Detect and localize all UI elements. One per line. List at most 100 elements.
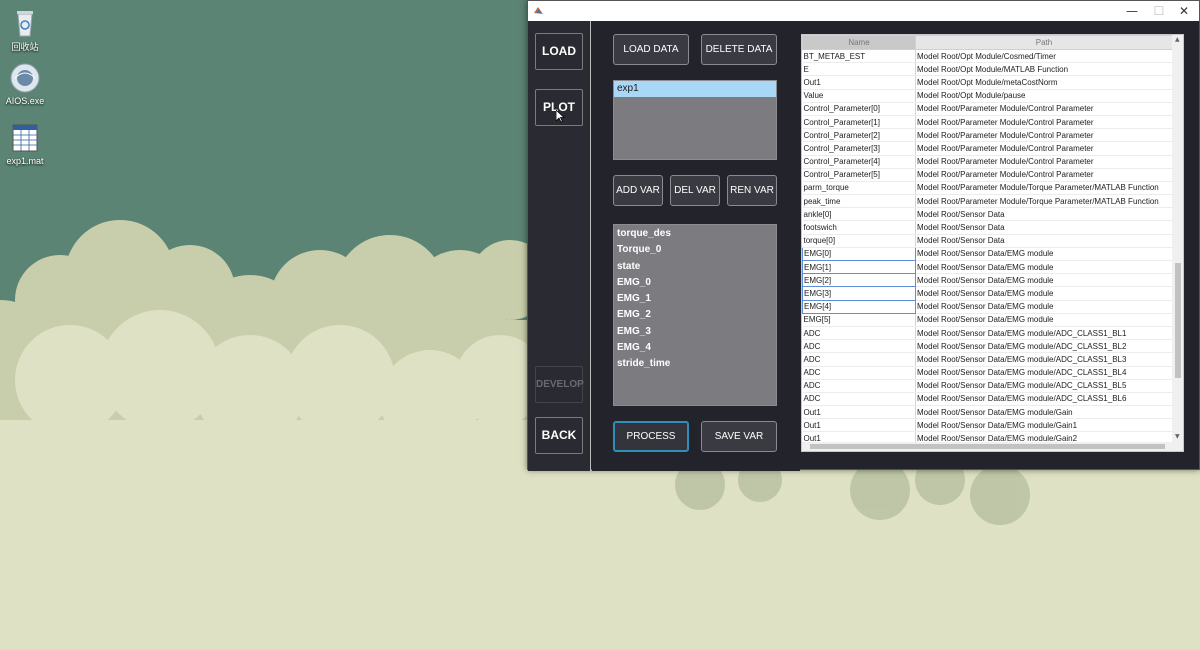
cell-name[interactable]: BT_METAB_EST (802, 49, 916, 64)
cell-path[interactable]: Model Root/Opt Module/Cosmed/Timer (915, 49, 1173, 64)
cell-path[interactable]: Model Root/Sensor Data/EMG module (915, 286, 1173, 301)
table-row[interactable]: torque[0] Model Root/Sensor Data (802, 234, 1173, 248)
table-row[interactable]: Value Model Root/Opt Module/pause (802, 89, 1173, 103)
table-row[interactable]: EMG[5] Model Root/Sensor Data/EMG module (802, 313, 1173, 327)
table-row[interactable]: Control_Parameter[1] Model Root/Parameter… (802, 115, 1173, 130)
cell-name[interactable]: EMG[0] (802, 246, 916, 262)
table-row[interactable]: Control_Parameter[2] Model Root/Parameter… (802, 128, 1173, 143)
process-button[interactable]: PROCESS (613, 421, 689, 452)
back-button[interactable]: BACK (535, 417, 583, 454)
variable-item[interactable]: EMG_1 (614, 291, 776, 307)
cell-path[interactable]: Model Root/Sensor Data/EMG module/ADC_CL… (915, 366, 1173, 380)
develop-button[interactable]: DEVELOP (535, 366, 584, 403)
cell-name[interactable]: parm_torque (802, 181, 916, 196)
load-button[interactable]: LOAD (535, 33, 583, 70)
cell-name[interactable]: peak_time (802, 194, 916, 209)
cell-name[interactable]: Control_Parameter[3] (802, 141, 916, 156)
cell-name[interactable]: Control_Parameter[4] (802, 155, 916, 169)
table-row[interactable]: Out1 Model Root/Sensor Data/EMG module/Ga… (802, 405, 1173, 420)
cell-path[interactable]: Model Root/Parameter Module/Control Para… (915, 102, 1173, 116)
table-row[interactable]: EMG[4] Model Root/Sensor Data/EMG module (802, 299, 1173, 314)
cell-name[interactable]: Control_Parameter[0] (802, 102, 916, 116)
cell-name[interactable]: ADC (802, 392, 916, 407)
variable-item[interactable]: EMG_4 (614, 340, 776, 356)
cell-path[interactable]: Model Root/Opt Module/MATLAB Function (915, 62, 1173, 77)
cell-path[interactable]: Model Root/Sensor Data/EMG module (915, 260, 1173, 275)
cell-name[interactable]: Control_Parameter[2] (802, 128, 916, 143)
cell-path[interactable]: Model Root/Parameter Module/Control Para… (915, 115, 1173, 130)
table-row[interactable]: ADC Model Root/Sensor Data/EMG module/ADC… (802, 379, 1173, 393)
cell-path[interactable]: Model Root/Opt Module/metaCostNorm (915, 75, 1173, 90)
cell-path[interactable]: Model Root/Sensor Data/EMG module (915, 273, 1173, 288)
cell-path[interactable]: Model Root/Sensor Data/EMG module (915, 313, 1173, 327)
table-row[interactable]: footswich Model Root/Sensor Data (802, 220, 1173, 235)
cell-name[interactable]: EMG[5] (802, 313, 916, 327)
variable-listbox[interactable]: torque_des Torque_0 state EMG_0 EMG_1 EM… (613, 224, 777, 406)
column-header-path[interactable]: Path (915, 35, 1173, 50)
cell-name[interactable]: ankle[0] (802, 207, 916, 222)
cell-path[interactable]: Model Root/Sensor Data/EMG module/Gain (915, 405, 1173, 420)
cell-path[interactable]: Model Root/Parameter Module/Torque Param… (915, 181, 1173, 196)
cell-name[interactable]: EMG[1] (802, 259, 916, 275)
save-var-button[interactable]: SAVE VAR (701, 421, 777, 452)
variable-item[interactable]: torque_des (614, 226, 776, 242)
cell-name[interactable]: EMG[3] (802, 286, 916, 301)
table-row[interactable]: ADC Model Root/Sensor Data/EMG module/ADC… (802, 392, 1173, 407)
table-row[interactable]: E Model Root/Opt Module/MATLAB Function (802, 62, 1173, 77)
table-row[interactable]: EMG[2] Model Root/Sensor Data/EMG module (802, 273, 1173, 288)
cell-path[interactable]: Model Root/Parameter Module/Control Para… (915, 155, 1173, 169)
table-row[interactable]: EMG[0] Model Root/Sensor Data/EMG module (802, 246, 1173, 262)
cell-path[interactable]: Model Root/Opt Module/pause (915, 89, 1173, 103)
cell-name[interactable]: Out1 (802, 405, 916, 420)
variable-item[interactable]: EMG_3 (614, 324, 776, 340)
cell-path[interactable]: Model Root/Sensor Data/EMG module/ADC_CL… (915, 326, 1173, 341)
table-row[interactable]: ankle[0] Model Root/Sensor Data (802, 207, 1173, 222)
add-var-button[interactable]: ADD VAR (613, 175, 663, 206)
dataset-listbox[interactable]: exp1 (613, 80, 777, 160)
horizontal-scrollbar[interactable] (802, 442, 1174, 451)
table-row[interactable]: ADC Model Root/Sensor Data/EMG module/ADC… (802, 352, 1173, 367)
table-row[interactable]: EMG[1] Model Root/Sensor Data/EMG module (802, 259, 1173, 275)
table-row[interactable]: BT_METAB_EST Model Root/Opt Module/Cosmed… (802, 49, 1173, 64)
column-header-name[interactable]: Name (802, 35, 916, 50)
horizontal-scroll-thumb[interactable] (810, 444, 1165, 449)
cell-name[interactable]: ADC (802, 339, 916, 354)
maximize-button[interactable]: ☐ (1146, 2, 1172, 20)
scroll-down-icon[interactable]: ▼ (1175, 433, 1180, 440)
exp1-mat-desktop-icon[interactable]: exp1.mat (0, 122, 50, 166)
cell-path[interactable]: Model Root/Sensor Data (915, 207, 1173, 222)
table-row[interactable]: ADC Model Root/Sensor Data/EMG module/ADC… (802, 326, 1173, 341)
close-button[interactable]: ✕ (1171, 2, 1197, 20)
table-row[interactable]: Control_Parameter[4] Model Root/Parameter… (802, 155, 1173, 169)
cell-path[interactable]: Model Root/Sensor Data/EMG module/ADC_CL… (915, 379, 1173, 393)
cell-name[interactable]: Out1 (802, 418, 916, 433)
variable-item[interactable]: state (614, 259, 776, 275)
signal-table[interactable]: Name Path BT_METAB_EST Model Root/Opt Mod… (801, 34, 1184, 452)
vertical-scrollbar[interactable]: ▲ ▼ (1172, 35, 1183, 451)
table-row[interactable]: Control_Parameter[5] Model Root/Parameter… (802, 168, 1173, 182)
table-row[interactable]: ADC Model Root/Sensor Data/EMG module/ADC… (802, 366, 1173, 380)
variable-item[interactable]: EMG_0 (614, 275, 776, 291)
cell-name[interactable]: Control_Parameter[1] (802, 115, 916, 130)
recycle-bin-desktop-icon[interactable]: 回收站 (0, 6, 50, 53)
scroll-up-icon[interactable]: ▲ (1175, 36, 1180, 43)
variable-item[interactable]: EMG_2 (614, 307, 776, 323)
cell-path[interactable]: Model Root/Sensor Data (915, 234, 1173, 248)
cell-name[interactable]: EMG[4] (802, 299, 916, 314)
aios-exe-desktop-icon[interactable]: AIOS.exe (0, 62, 50, 106)
cell-path[interactable]: Model Root/Sensor Data (915, 220, 1173, 235)
del-var-button[interactable]: DEL VAR (670, 175, 720, 206)
ren-var-button[interactable]: REN VAR (727, 175, 777, 206)
cell-name[interactable]: EMG[2] (802, 273, 916, 288)
load-data-button[interactable]: LOAD DATA (613, 34, 689, 65)
cell-name[interactable]: ADC (802, 352, 916, 367)
cell-path[interactable]: Model Root/Sensor Data/EMG module (915, 300, 1173, 314)
cell-name[interactable]: E (802, 62, 916, 77)
table-row[interactable]: parm_torque Model Root/Parameter Module/T… (802, 181, 1173, 196)
cell-name[interactable]: Control_Parameter[5] (802, 168, 916, 182)
cell-path[interactable]: Model Root/Sensor Data/EMG module (915, 247, 1173, 262)
cell-path[interactable]: Model Root/Parameter Module/Control Para… (915, 128, 1173, 143)
cell-path[interactable]: Model Root/Parameter Module/Torque Param… (915, 194, 1173, 209)
minimize-button[interactable]: — (1119, 2, 1145, 20)
table-row[interactable]: EMG[3] Model Root/Sensor Data/EMG module (802, 286, 1173, 301)
